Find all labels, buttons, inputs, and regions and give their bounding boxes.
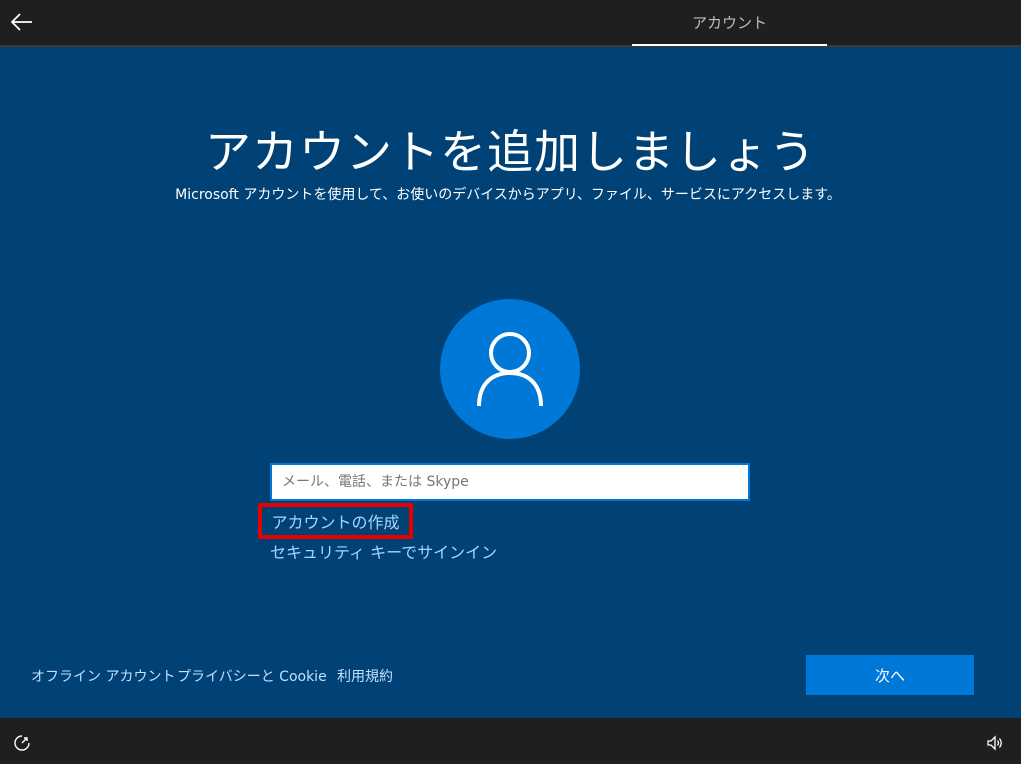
avatar	[440, 299, 580, 439]
create-account-link[interactable]: アカウントの作成	[258, 503, 413, 539]
security-key-signin-link[interactable]: セキュリティ キーでサインイン	[270, 539, 497, 563]
user-icon	[477, 332, 543, 407]
volume-icon	[987, 735, 1002, 751]
next-button[interactable]: 次へ	[806, 655, 974, 695]
volume-button[interactable]	[986, 734, 1004, 752]
email-input[interactable]	[270, 463, 750, 501]
bottom-bar	[0, 718, 1021, 764]
tab-account: アカウント	[691, 14, 767, 32]
privacy-cookie-link[interactable]: プライバシーと Cookie	[177, 666, 327, 686]
ease-of-access-button[interactable]	[13, 734, 31, 752]
back-button[interactable]	[4, 4, 40, 40]
terms-link[interactable]: 利用規約	[337, 666, 393, 686]
page-title: アカウントを追加しましょう	[205, 125, 816, 179]
arrow-left-icon	[11, 13, 32, 31]
ease-of-access-icon	[14, 735, 30, 751]
offline-account-link[interactable]: オフライン アカウント	[31, 666, 175, 686]
tab-underline	[632, 44, 827, 46]
top-bar: アカウント	[0, 0, 1021, 47]
page-subtitle: Microsoft アカウントを使用して、お使いのデバイスからアプリ、ファイル、…	[175, 187, 841, 203]
